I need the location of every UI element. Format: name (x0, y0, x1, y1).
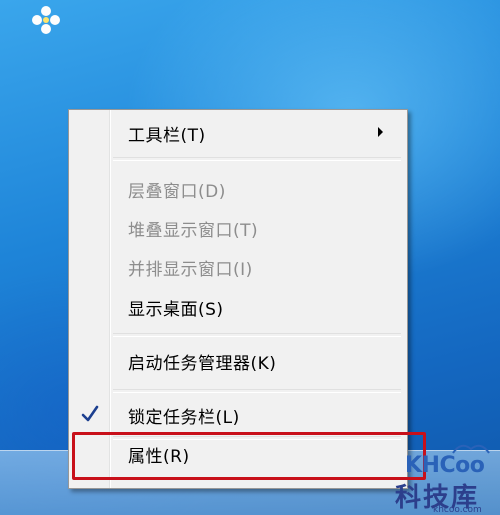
menu-item-label: 工具栏(T) (128, 125, 206, 146)
menu-item-show-desktop[interactable]: 显示桌面(S) (71, 290, 405, 324)
menu-item-label: 锁定任务栏(L) (128, 407, 240, 428)
menu-item-toolbars[interactable]: 工具栏(T) (71, 116, 405, 150)
menu-item-show-windows-stacked[interactable]: 堆叠显示窗口(T) (71, 211, 405, 245)
menu-item-label: 启动任务管理器(K) (128, 353, 277, 374)
menu-item-cascade-windows[interactable]: 层叠窗口(D) (71, 172, 405, 206)
menu-item-lock-taskbar[interactable]: 锁定任务栏(L) (71, 398, 405, 432)
properties-highlight-box (72, 432, 426, 480)
flower-icon (32, 6, 60, 34)
menu-item-label: 堆叠显示窗口(T) (128, 220, 259, 241)
submenu-arrow-icon (378, 127, 383, 137)
watermark-brand: KHCoo (405, 453, 485, 478)
menu-separator (113, 389, 401, 393)
menu-item-label: 并排显示窗口(I) (128, 259, 253, 280)
menu-item-show-windows-side-by-side[interactable]: 并排显示窗口(I) (71, 250, 405, 284)
menu-item-label: 显示桌面(S) (128, 299, 224, 320)
watermark-logo: KHCoo 科技库 khcoo.com (395, 437, 495, 515)
watermark-url: khcoo.com (433, 505, 482, 515)
menu-separator (113, 157, 401, 161)
check-icon (81, 405, 99, 422)
menu-item-start-task-manager[interactable]: 启动任务管理器(K) (71, 344, 405, 378)
menu-separator (113, 333, 401, 337)
menu-item-label: 层叠窗口(D) (128, 181, 226, 202)
